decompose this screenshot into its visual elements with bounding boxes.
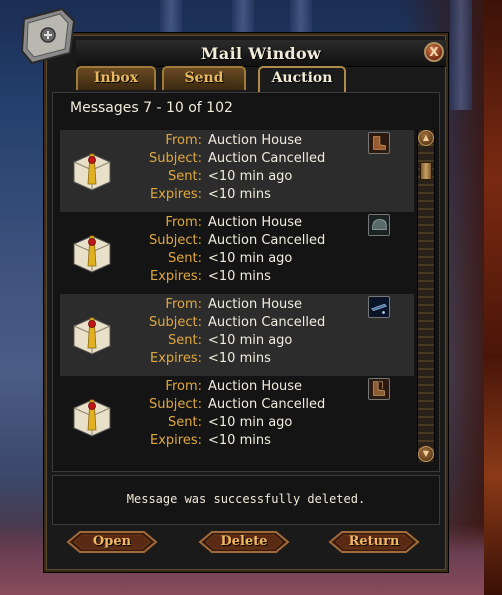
sent-value: <10 min ago (208, 333, 293, 348)
open-button[interactable]: Open (66, 530, 158, 554)
expires-value: <10 mins (208, 187, 271, 202)
message-fields: From: Auction House Subject: Auction Cance… (120, 296, 340, 368)
package-icon (73, 235, 111, 273)
boots-item-icon[interactable] (368, 132, 390, 154)
sent-value: <10 min ago (208, 169, 293, 184)
message-row[interactable]: From: Auction House Subject: Auction Cance… (60, 376, 414, 458)
subject-value: Auction Cancelled (208, 397, 326, 412)
scroll-up-arrow-icon[interactable]: ▲ (418, 130, 434, 146)
subject-label: Subject: (149, 151, 202, 166)
window-title: Mail Window (200, 44, 322, 63)
helmet-item-icon[interactable] (368, 214, 390, 236)
background-pillar (450, 0, 472, 110)
from-value: Auction House (208, 133, 303, 148)
status-message: Message was successfully deleted. (126, 492, 366, 506)
expires-label: Expires: (150, 187, 202, 202)
expires-value: <10 mins (208, 269, 271, 284)
package-icon (73, 317, 111, 355)
message-list: From: Auction House Subject: Auction Cance… (60, 130, 414, 458)
expires-value: <10 mins (208, 433, 271, 448)
message-count: Messages 7 - 10 of 102 (70, 100, 233, 116)
message-scrollbar[interactable]: ▲ ▼ (417, 130, 435, 462)
message-row[interactable]: From: Auction House Subject: Auction Cance… (60, 294, 414, 376)
expires-label: Expires: (150, 351, 202, 366)
title-bar[interactable]: Mail Window X (76, 40, 446, 67)
blade-item-icon[interactable] (368, 296, 390, 318)
background-creature (484, 0, 502, 595)
open-button-label: Open (92, 534, 132, 549)
subject-value: Auction Cancelled (208, 233, 326, 248)
tab-inbox[interactable]: Inbox (76, 66, 156, 90)
expires-label: Expires: (150, 433, 202, 448)
from-value: Auction House (208, 379, 303, 394)
package-icon (73, 399, 111, 437)
delete-button-label: Delete (220, 534, 268, 549)
tab-auction[interactable]: Auction (258, 66, 346, 92)
tab-send[interactable]: Send (162, 66, 246, 90)
from-label: From: (165, 379, 202, 394)
from-value: Auction House (208, 297, 303, 312)
message-row[interactable]: From: Auction House Subject: Auction Cance… (60, 212, 414, 294)
from-value: Auction House (208, 215, 303, 230)
from-label: From: (165, 133, 202, 148)
sent-label: Sent: (168, 251, 202, 266)
message-row[interactable]: From: Auction House Subject: Auction Cance… (60, 130, 414, 212)
return-button[interactable]: Return (328, 530, 420, 554)
sent-label: Sent: (168, 169, 202, 184)
delete-button[interactable]: Delete (198, 530, 290, 554)
sent-value: <10 min ago (208, 415, 293, 430)
subject-value: Auction Cancelled (208, 151, 326, 166)
subject-label: Subject: (149, 315, 202, 330)
expires-value: <10 mins (208, 351, 271, 366)
return-button-label: Return (348, 534, 400, 549)
from-label: From: (165, 215, 202, 230)
mail-tabs: Inbox Send Auction (66, 66, 446, 92)
message-fields: From: Auction House Subject: Auction Cance… (120, 214, 340, 286)
close-button[interactable]: X (424, 42, 444, 62)
sent-value: <10 min ago (208, 251, 293, 266)
boots-item-icon[interactable] (368, 378, 390, 400)
sent-label: Sent: (168, 333, 202, 348)
message-fields: From: Auction House Subject: Auction Cance… (120, 132, 340, 204)
subject-value: Auction Cancelled (208, 315, 326, 330)
message-panel: Messages 7 - 10 of 102 From: Auction Hous… (52, 92, 440, 472)
scroll-down-arrow-icon[interactable]: ▼ (418, 446, 434, 462)
expires-label: Expires: (150, 269, 202, 284)
subject-label: Subject: (149, 397, 202, 412)
scroll-emblem-icon (20, 7, 76, 65)
status-panel: Message was successfully deleted. (52, 475, 440, 525)
sent-label: Sent: (168, 415, 202, 430)
subject-label: Subject: (149, 233, 202, 248)
message-fields: From: Auction House Subject: Auction Cance… (120, 378, 340, 450)
package-icon (73, 153, 111, 191)
from-label: From: (165, 297, 202, 312)
mail-window: Mail Window X Inbox Send Auction Message… (20, 7, 448, 572)
scroll-thumb[interactable] (420, 162, 432, 180)
